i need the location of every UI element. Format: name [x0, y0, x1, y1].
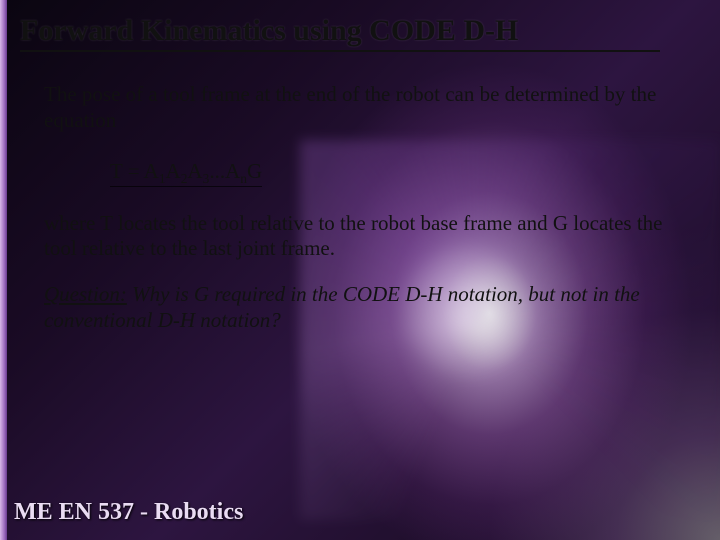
question-label: Question: — [44, 282, 127, 306]
equation-a3: A — [187, 159, 202, 183]
paragraph-where: where T locates the tool relative to the… — [44, 211, 692, 262]
equation: T = A1A2A3...AnG — [110, 159, 262, 187]
slide-footer: ME EN 537 - Robotics — [14, 499, 243, 526]
equation-sub-1: 1 — [159, 171, 166, 186]
paragraph-intro: The pose of a tool frame at the end of t… — [44, 82, 692, 133]
question-text: Why is G required in the CODE D-H notati… — [44, 282, 640, 332]
equation-dots: ...A — [209, 159, 240, 183]
equation-sub-n: n — [240, 171, 247, 186]
slide-body: The pose of a tool frame at the end of t… — [44, 82, 692, 353]
equation-a2: A — [166, 159, 181, 183]
slide-content: Forward Kinematics using CODE D-H The po… — [0, 0, 720, 540]
equation-g: G — [247, 159, 262, 183]
equation-lhs: T = A — [110, 159, 159, 183]
slide-title: Forward Kinematics using CODE D-H — [20, 14, 660, 52]
paragraph-question: Question: Why is G required in the CODE … — [44, 282, 692, 333]
